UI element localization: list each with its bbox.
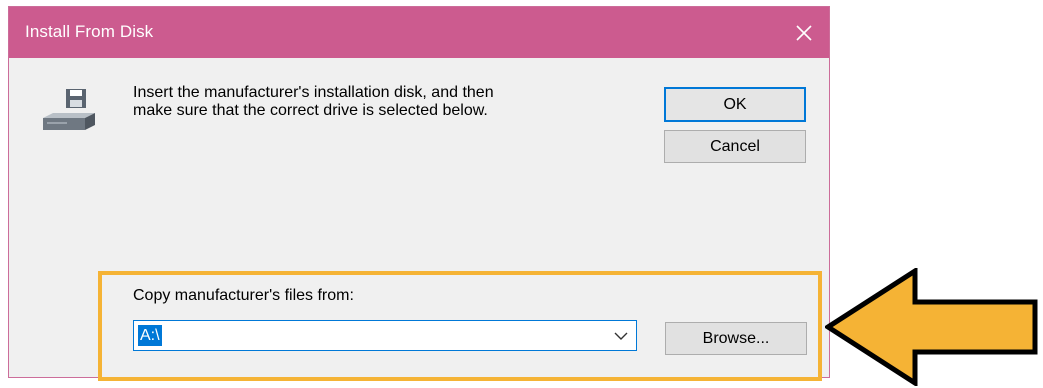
close-icon: [796, 24, 812, 41]
install-from-disk-dialog: Install From Disk Insert the manufacture…: [8, 6, 830, 378]
left-arrow-icon: [825, 268, 1038, 386]
ok-button[interactable]: OK: [664, 87, 806, 122]
instruction-line-2: make sure that the correct drive is sele…: [133, 102, 488, 119]
chevron-down-icon[interactable]: [612, 327, 630, 345]
copy-from-input[interactable]: A:\: [138, 325, 162, 346]
instruction-text: Insert the manufacturer's installation d…: [133, 84, 633, 120]
copy-from-label: Copy manufacturer's files from:: [133, 287, 354, 304]
title-bar: Install From Disk: [9, 7, 829, 58]
disk-drive-icon: [43, 89, 95, 130]
cancel-button[interactable]: Cancel: [664, 130, 806, 163]
copy-from-combobox[interactable]: A:\: [133, 320, 637, 351]
close-button[interactable]: [779, 7, 829, 58]
browse-button[interactable]: Browse...: [665, 322, 807, 355]
instruction-line-1: Insert the manufacturer's installation d…: [133, 84, 494, 101]
window-title: Install From Disk: [25, 22, 154, 41]
